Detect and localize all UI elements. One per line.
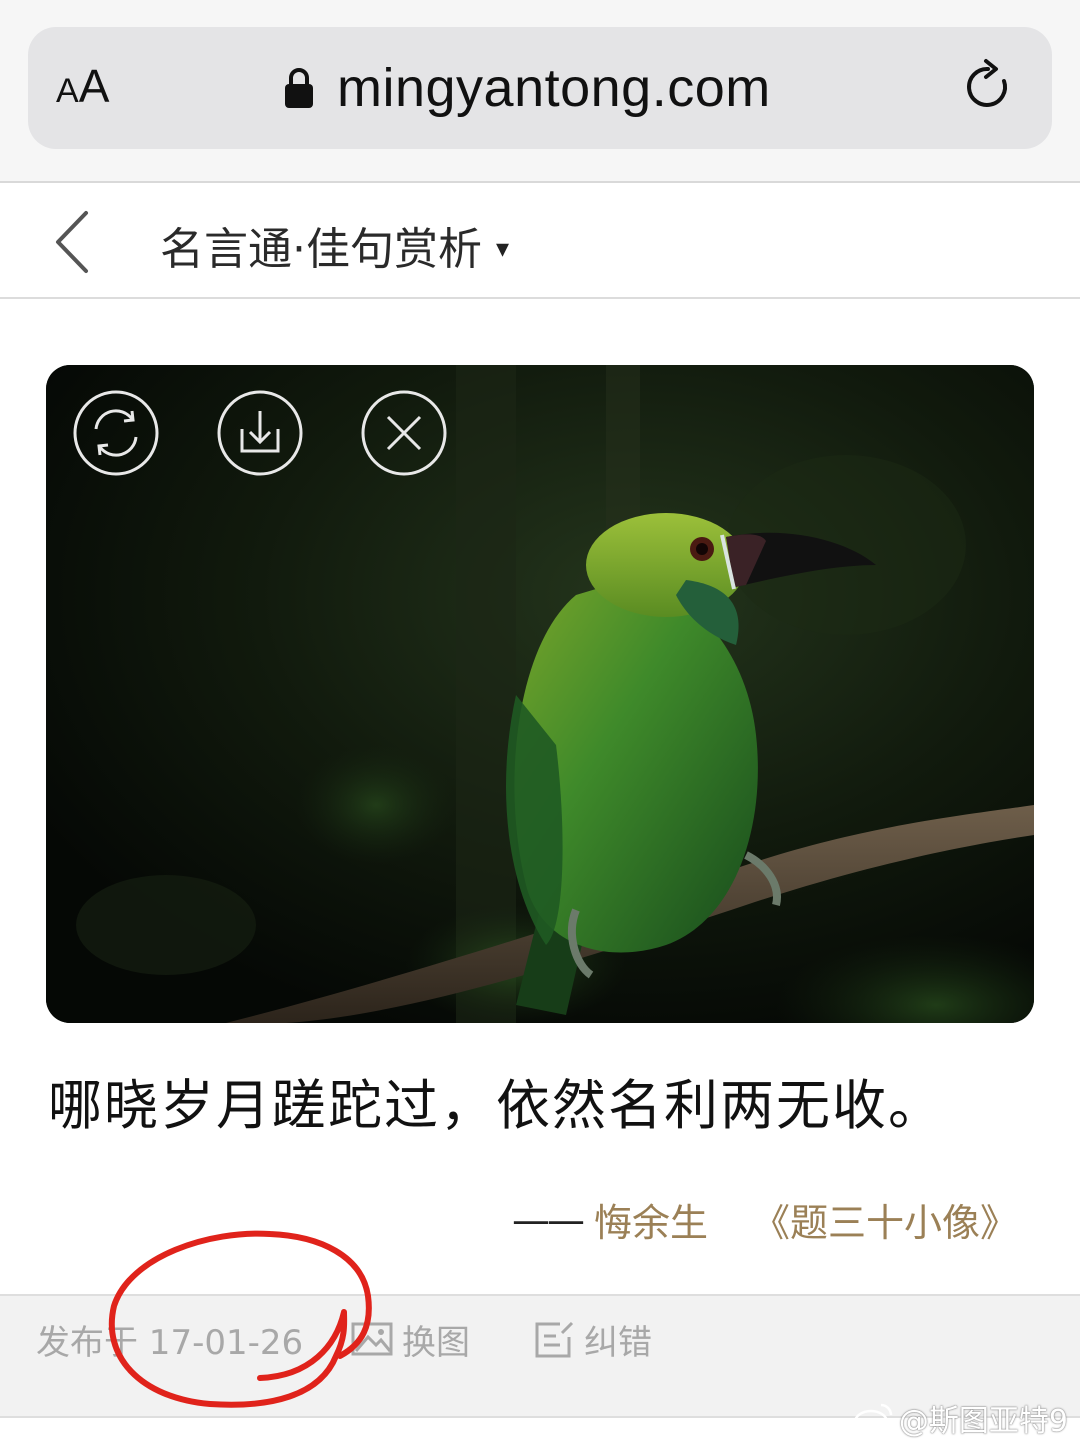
- download-image-icon[interactable]: [216, 389, 304, 477]
- url-text: mingyantong.com: [337, 58, 771, 118]
- text-size-button[interactable]: AA: [56, 59, 109, 119]
- url-display[interactable]: mingyantong.com: [283, 55, 771, 121]
- attribution-dash: ——: [511, 1197, 585, 1242]
- bird-photo: [46, 365, 1034, 1023]
- dropdown-caret-icon: ▾: [496, 234, 510, 264]
- weibo-watermark: @斯图亚特9: [853, 1398, 1068, 1439]
- report-error-button[interactable]: 纠错: [532, 1314, 652, 1364]
- author-link[interactable]: 悔余生: [594, 1192, 708, 1247]
- report-error-label: 纠错: [584, 1322, 652, 1363]
- page-title: 名言通·佳句赏析: [160, 224, 482, 275]
- lock-icon: [285, 68, 313, 108]
- weibo-icon: [853, 1403, 893, 1435]
- text-size-small-a: A: [56, 72, 79, 110]
- close-image-icon[interactable]: [360, 389, 448, 477]
- edit-icon: [535, 1321, 574, 1358]
- source-link[interactable]: 《题三十小像》: [752, 1192, 1018, 1247]
- browser-chrome: AA mingyantong.com: [0, 0, 1080, 183]
- change-image-button[interactable]: 换图: [350, 1314, 470, 1364]
- quote-image: [46, 365, 1034, 1023]
- section-dropdown[interactable]: 名言通·佳句赏析 ▾: [160, 213, 509, 277]
- back-chevron-icon[interactable]: [48, 207, 98, 277]
- watermark-text: @斯图亚特9: [898, 1404, 1068, 1439]
- reload-icon[interactable]: [960, 57, 1020, 117]
- app-header: 名言通·佳句赏析 ▾: [0, 185, 1080, 299]
- publish-date: 发布于 17-01-26: [36, 1322, 304, 1363]
- quote-attribution: —— 悔余生 《题三十小像》: [512, 1192, 1018, 1247]
- text-size-big-a: A: [78, 60, 110, 112]
- change-image-label: 换图: [402, 1322, 470, 1363]
- picture-icon: [351, 1322, 393, 1356]
- quote-text: 哪晓岁月蹉跎过，依然名利两无收。: [48, 1074, 944, 1137]
- refresh-image-icon[interactable]: [72, 389, 160, 477]
- address-bar[interactable]: AA mingyantong.com: [28, 27, 1052, 149]
